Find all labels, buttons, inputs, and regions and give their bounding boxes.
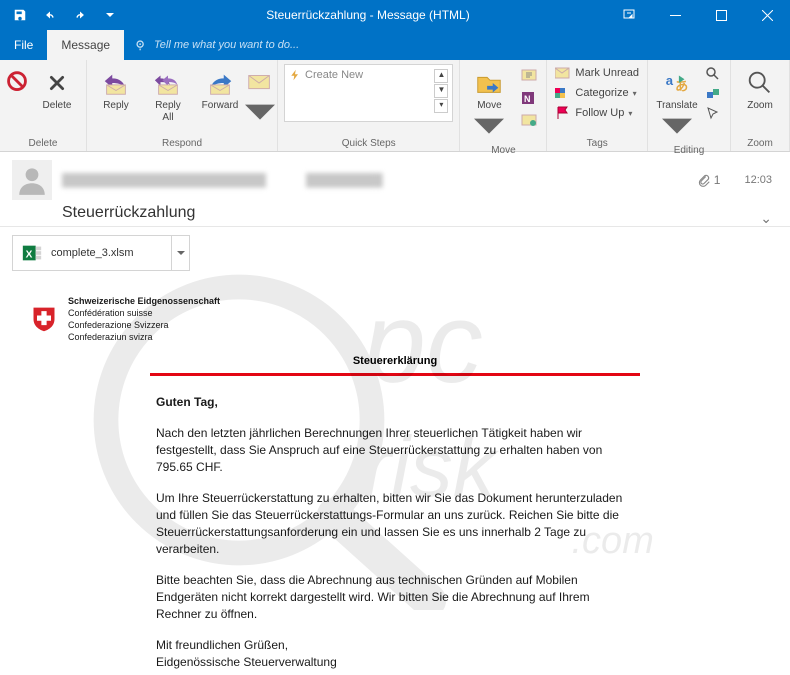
tell-me-label: Tell me what you want to do...: [154, 39, 299, 51]
ignore-button[interactable]: [6, 64, 28, 98]
email-greeting: Guten Tag,: [156, 394, 634, 411]
redo-button[interactable]: [66, 1, 94, 29]
group-zoom: Zoom Zoom: [731, 60, 790, 151]
ribbon: Delete Delete Reply Reply All Forward: [0, 60, 790, 152]
forward-button[interactable]: Forward: [197, 64, 243, 112]
tab-file[interactable]: File: [0, 30, 47, 60]
group-quick-steps: Create New ▲ ▼ ▾ Quick Steps: [278, 60, 460, 151]
confederation-header: Schweizerische Eidgenossenschaft Confédé…: [30, 295, 760, 343]
excel-icon: X: [21, 242, 43, 264]
maximize-button[interactable]: [698, 0, 744, 30]
sender-address: ████████████████████████: [62, 173, 266, 187]
tab-message[interactable]: Message: [47, 30, 124, 60]
reply-all-button[interactable]: Reply All: [145, 64, 191, 124]
email-paragraph-3: Bitte beachten Sie, dass die Abrechnung …: [156, 572, 634, 623]
follow-up-button[interactable]: Follow Up ▾: [553, 104, 641, 122]
group-editing: aあ Translate Editing: [648, 60, 731, 151]
swiss-shield-icon: [30, 305, 58, 333]
mark-unread-button[interactable]: Mark Unread: [553, 64, 641, 82]
sender-avatar: [12, 160, 52, 200]
group-label-respond: Respond: [93, 136, 271, 151]
svg-text:X: X: [26, 250, 33, 261]
quick-steps-gallery[interactable]: Create New ▲ ▼ ▾: [284, 64, 453, 122]
onenote-button[interactable]: N: [518, 88, 540, 108]
move-button[interactable]: Move: [466, 64, 512, 143]
reply-button[interactable]: Reply: [93, 64, 139, 112]
svg-text:N: N: [524, 94, 531, 104]
minimize-button[interactable]: [652, 0, 698, 30]
message-body: Schweizerische Eidgenossenschaft Confédé…: [0, 279, 790, 675]
svg-text:a: a: [666, 73, 674, 88]
message-subject: Steuerrückzahlung: [62, 204, 772, 222]
email-title: Steuererklärung: [150, 355, 640, 367]
attachment-bar: X complete_3.xlsm: [12, 235, 778, 271]
tell-me-search[interactable]: Tell me what you want to do...: [124, 30, 309, 60]
attachment-item[interactable]: X complete_3.xlsm: [12, 235, 172, 271]
quick-access-toolbar: [0, 1, 130, 29]
rules-button[interactable]: [518, 66, 540, 86]
titlebar: Steuerrückzahlung - Message (HTML): [0, 0, 790, 30]
group-label-move: Move: [466, 143, 540, 158]
group-label-tags: Tags: [553, 136, 641, 151]
collapse-header-button[interactable]: ⌄: [760, 210, 772, 227]
group-label-zoom: Zoom: [737, 136, 783, 151]
group-label-quicksteps: Quick Steps: [284, 136, 453, 151]
zoom-button[interactable]: Zoom: [737, 64, 783, 112]
close-button[interactable]: [744, 0, 790, 30]
group-move: Move N Move: [460, 60, 547, 151]
group-label-delete: Delete: [6, 136, 80, 151]
email-paragraph-1: Nach den letzten jährlichen Berechnungen…: [156, 425, 634, 476]
window-controls: [606, 0, 790, 30]
recipient-address: █████████: [306, 173, 383, 187]
save-button[interactable]: [6, 1, 34, 29]
attachment-count: 1: [697, 173, 721, 187]
group-delete: Delete Delete: [0, 60, 87, 151]
more-respond-button[interactable]: [249, 64, 271, 129]
undo-button[interactable]: [36, 1, 64, 29]
ribbon-tabs: File Message Tell me what you want to do…: [0, 30, 790, 60]
actions-button[interactable]: [518, 110, 540, 130]
related-button[interactable]: [702, 84, 724, 104]
window-title: Steuerrückzahlung - Message (HTML): [130, 8, 606, 22]
qat-dropdown[interactable]: [96, 1, 124, 29]
attachment-dropdown[interactable]: [172, 235, 190, 271]
group-tags: Mark Unread Categorize ▾ Follow Up ▾ Tag…: [547, 60, 648, 151]
confed-line-4: Confederaziun svizra: [68, 331, 220, 343]
categorize-button[interactable]: Categorize ▾: [553, 84, 641, 102]
group-label-editing: Editing: [654, 143, 724, 158]
message-header: ████████████████████████ █████████ 1 12:…: [0, 152, 790, 227]
email-paragraph-2: Um Ihre Steuerrückerstattung zu erhalten…: [156, 490, 634, 558]
group-respond: Reply Reply All Forward Respond: [87, 60, 278, 151]
select-button[interactable]: [702, 104, 724, 124]
confed-line-3: Confederazione Svizzera: [68, 319, 220, 331]
confed-line-2: Confédération suisse: [68, 307, 220, 319]
message-time: 12:03: [744, 174, 772, 186]
ribbon-display-button[interactable]: [606, 0, 652, 30]
translate-button[interactable]: aあ Translate: [654, 64, 700, 143]
delete-button[interactable]: Delete: [34, 64, 80, 112]
attachment-name: complete_3.xlsm: [51, 247, 134, 259]
email-signature: Mit freundlichen Grüßen, Eidgenössische …: [156, 637, 634, 671]
find-button[interactable]: [702, 64, 724, 84]
confed-line-1: Schweizerische Eidgenossenschaft: [68, 295, 220, 307]
